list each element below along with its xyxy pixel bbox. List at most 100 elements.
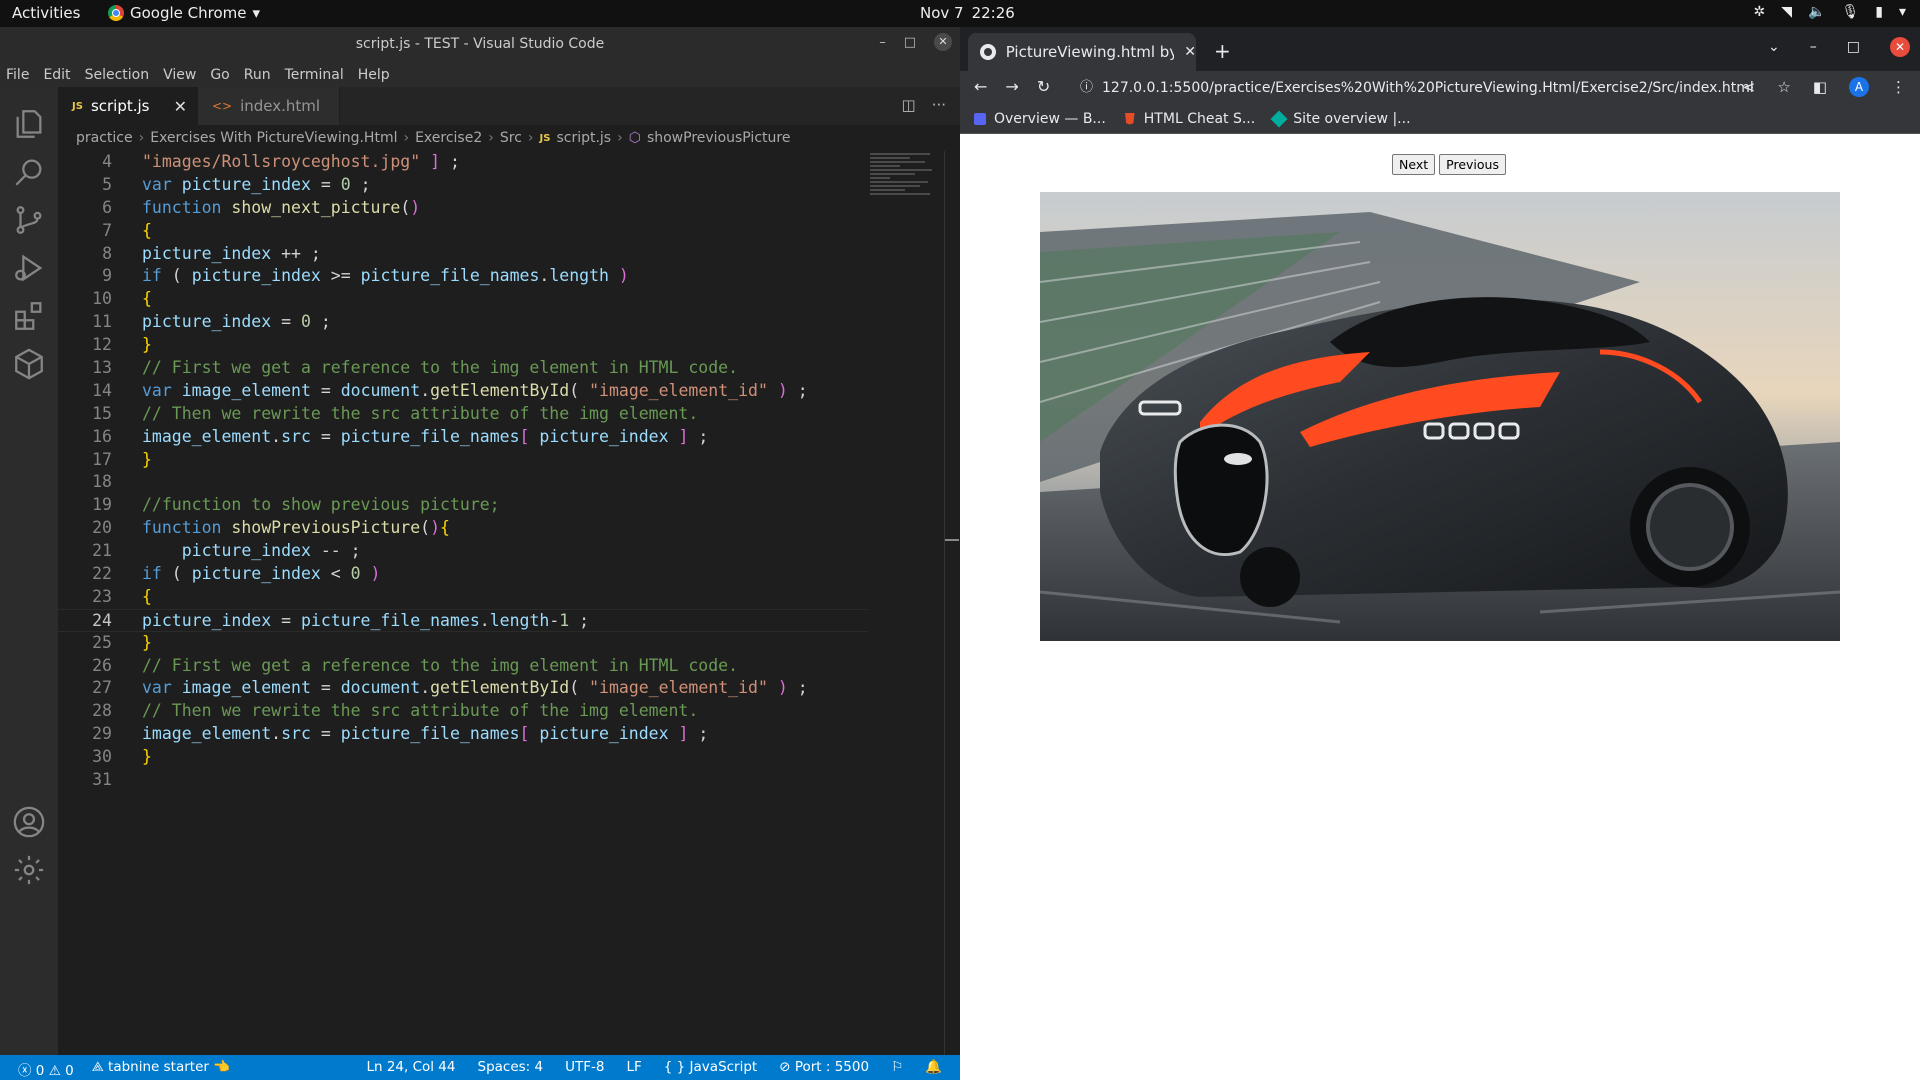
close-window-icon[interactable]: ✕ [1890,37,1910,57]
profile-avatar[interactable]: A [1849,77,1869,97]
code-line[interactable]: 23 { [58,586,868,609]
code-line[interactable]: 26 // First we get a reference to the img… [58,655,868,678]
code-editor[interactable]: 4 "images/Rollsroyceghost.jpg" ] ; 5 var pi… [58,151,868,792]
notifications-bell-icon[interactable]: 🔔 [925,1059,942,1075]
share-icon[interactable]: ⋖ [1743,78,1756,96]
code-line[interactable]: 5 var picture_index = 0 ; [58,174,868,197]
tabnine-label: tabnine starter [108,1059,209,1075]
menu-view[interactable]: View [163,67,196,83]
code-line[interactable]: 27 var image_element = document.getElemen… [58,677,868,700]
minimize-icon[interactable]: – [879,35,886,50]
code-line[interactable]: 28 // Then we rewrite the src attribute o… [58,700,868,723]
minimize-icon[interactable]: – [1810,39,1817,55]
live-server-port[interactable]: ⊘ Port : 5500 [779,1059,869,1075]
search-icon[interactable] [12,155,46,189]
chrome-menu-icon[interactable]: ⋮ [1891,78,1906,96]
tab-index-html[interactable]: <> index.html [198,87,340,125]
activities-button[interactable]: Activities [12,4,80,22]
encoding[interactable]: UTF-8 [565,1059,604,1075]
bookmark-star-icon[interactable]: ☆ [1777,78,1790,96]
code-line[interactable]: 25} [58,632,868,655]
menu-edit[interactable]: Edit [43,67,70,83]
back-arrow-icon[interactable]: ← [974,77,987,96]
breadcrumb-file[interactable]: script.js [556,130,611,146]
problems-indicator[interactable]: ⓧ 0 ⚠ 0 [18,1059,74,1079]
side-panel-icon[interactable]: ◧ [1813,78,1827,96]
close-icon[interactable]: ✕ [934,33,952,51]
previous-button[interactable]: Previous [1439,154,1506,175]
extensions-icon[interactable] [12,299,46,333]
code-line[interactable]: 7{ [58,220,868,243]
new-tab-plus-icon[interactable]: + [1214,39,1231,63]
next-button[interactable]: Next [1392,154,1436,175]
settings-gear-icon[interactable] [12,853,46,887]
tabnine-status[interactable]: ⟁ tabnine starter 👈 [92,1059,230,1079]
code-line[interactable]: 20 function showPreviousPicture(){ [58,517,868,540]
run-debug-icon[interactable] [12,251,46,285]
forward-arrow-icon[interactable]: → [1005,77,1018,96]
clock[interactable]: Nov 7 22:26 [920,4,1015,22]
code-line[interactable]: 16 image_element.src = picture_file_names… [58,426,868,449]
bookmark-html-cheat-sheet[interactable]: HTML Cheat S... [1124,111,1255,127]
breadcrumb-symbol[interactable]: showPreviousPicture [647,130,791,146]
code-line[interactable]: 21 picture_index -- ; [58,540,868,563]
menu-selection[interactable]: Selection [85,67,150,83]
code-line[interactable]: 10 { [58,288,868,311]
menu-file[interactable]: File [6,67,29,83]
code-line[interactable]: 31 [58,769,868,792]
code-line[interactable]: 24 picture_index = picture_file_names.len… [58,608,868,632]
scroll-position-marker [945,539,959,541]
split-editor-icon[interactable]: ◫ [902,96,916,114]
code-line[interactable]: 11 picture_index = 0 ; [58,311,868,334]
reload-icon[interactable]: ↻ [1037,77,1050,96]
code-line[interactable]: 13 // First we get a reference to the img… [58,357,868,380]
code-line[interactable]: 14 var image_element = document.getElemen… [58,380,868,403]
language-mode[interactable]: { } JavaScript [664,1059,757,1075]
code-line[interactable]: 4 "images/Rollsroyceghost.jpg" ] ; [58,151,868,174]
maximize-icon[interactable]: □ [1847,39,1860,55]
menu-go[interactable]: Go [210,67,229,83]
line-content: var image_element = document.getElementB… [142,380,808,400]
explorer-icon[interactable] [12,107,46,141]
minimap[interactable] [870,151,940,211]
site-info-icon[interactable]: ⓘ [1080,75,1093,101]
tab-script-js[interactable]: JS script.js ✕ [58,87,198,125]
code-line[interactable]: 22 if ( picture_index < 0 ) [58,563,868,586]
code-line[interactable]: 29 image_element.src = picture_file_names… [58,723,868,746]
cursor-position[interactable]: Ln 24, Col 44 [366,1059,455,1075]
code-line[interactable]: 18 [58,471,868,494]
system-tray[interactable]: ✲ ◥ 🔈 🎙 ▮ ▾ [1754,4,1906,20]
menu-help[interactable]: Help [358,67,390,83]
code-line[interactable]: 19 //function to show previous picture; [58,494,868,517]
code-line[interactable]: 6 function show_next_picture() [58,197,868,220]
code-line[interactable]: 8 picture_index ++ ; [58,243,868,266]
code-line[interactable]: 15 // Then we rewrite the src attribute o… [58,403,868,426]
more-actions-icon[interactable]: ··· [932,96,946,114]
close-tab-icon[interactable]: ✕ [174,97,187,116]
bookmark-overview[interactable]: Overview — B... [974,111,1106,127]
maximize-icon[interactable]: □ [904,35,916,50]
end-of-line[interactable]: LF [626,1059,641,1075]
source-control-icon[interactable] [12,203,46,237]
feedback-icon[interactable]: ⚐ [891,1059,903,1075]
address-bar[interactable]: ⓘ 127.0.0.1:5500/practice/Exercises%20Wi… [1070,75,1754,101]
accounts-icon[interactable] [12,805,46,839]
close-tab-icon[interactable]: ✕ [1184,44,1196,60]
breadcrumb-item[interactable]: Exercise2 [415,130,482,146]
code-line[interactable]: 30} [58,746,868,769]
code-line[interactable]: 17} [58,449,868,472]
browser-tab[interactable]: PictureViewing.html by K ✕ [968,33,1196,71]
bookmark-site-overview[interactable]: Site overview |... [1270,110,1411,127]
code-line[interactable]: 9 if ( picture_index >= picture_file_name… [58,265,868,288]
tab-search-chevron-icon[interactable]: ⌄ [1768,39,1780,55]
app-menu[interactable]: Google Chrome ▾ [108,4,260,22]
code-line[interactable]: 12} [58,334,868,357]
breadcrumb-item[interactable]: Src [500,130,522,146]
indentation[interactable]: Spaces: 4 [478,1059,544,1075]
menu-terminal[interactable]: Terminal [285,67,344,83]
remote-explorer-icon[interactable] [12,347,46,381]
breadcrumb-item[interactable]: Exercises With PictureViewing.Html [150,130,397,146]
menu-run[interactable]: Run [244,67,271,83]
vertical-scrollbar[interactable] [944,151,959,1061]
breadcrumb-item[interactable]: practice [76,130,133,146]
